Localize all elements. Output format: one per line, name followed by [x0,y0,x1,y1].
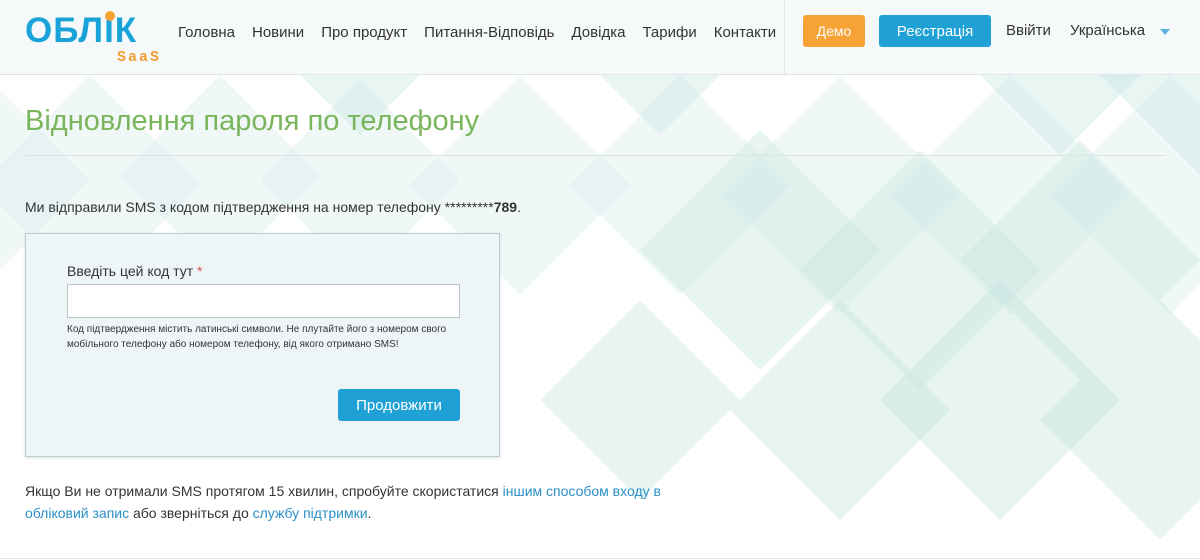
header-divider [784,0,785,75]
sms-help-text: Якщо Ви не отримали SMS протягом 15 хвил… [25,480,725,524]
sms-sent-message: Ми відправили SMS з кодом підтвердження … [25,199,521,215]
demo-button[interactable]: Демо [803,15,865,47]
code-field-label: Введіть цей код тут * [67,263,202,279]
page-title: Відновлення пароля по телефону [25,105,480,137]
site-header: ОБЛIК SaaS Головна Новини Про продукт Пи… [0,0,1200,75]
main-nav: Головна Новини Про продукт Питання-Відпо… [178,24,793,41]
masked-phone-suffix: 789 [493,199,518,215]
footer-divider [0,558,1200,559]
help-text-before: Якщо Ви не отримали SMS протягом 15 хвил… [25,483,503,499]
help-text-middle: або зверніться до [129,505,253,521]
required-mark: * [197,263,203,279]
code-hint-text: Код підтвердження містить латинські симв… [67,324,447,350]
logo-wordmark: ОБЛIК [25,11,138,50]
nav-item-home[interactable]: Головна [178,24,235,41]
verification-code-form: Введіть цей код тут * Код підтвердження … [25,233,500,457]
verification-code-input[interactable] [67,284,460,318]
title-divider [25,155,1166,156]
sms-note-text: Ми відправили SMS з кодом підтвердження … [25,199,494,215]
nav-item-help[interactable]: Довідка [571,24,625,41]
nav-item-pricing[interactable]: Тарифи [642,24,696,41]
main-content: Відновлення пароля по телефону Ми відпра… [0,75,1200,560]
register-button[interactable]: Реєстрація [879,15,991,47]
logo-dot-icon [105,11,115,21]
nav-item-about-product[interactable]: Про продукт [321,24,407,41]
nav-item-faq[interactable]: Питання-Відповідь [424,24,554,41]
nav-item-news[interactable]: Новини [252,24,304,41]
language-select[interactable]: Українська [1070,22,1145,39]
continue-button[interactable]: Продовжити [338,389,460,421]
nav-item-contacts[interactable]: Контакти [714,24,776,41]
sms-note-end: . [517,199,521,215]
support-link[interactable]: службу підтримки [253,505,368,521]
chevron-down-icon[interactable] [1160,29,1170,35]
brand-logo[interactable]: ОБЛIК SaaS [25,9,175,69]
help-text-after: . [367,505,372,521]
logo-subtitle: SaaS [117,49,162,66]
code-label-text: Введіть цей код тут [67,263,194,279]
login-link[interactable]: Ввійти [1006,22,1051,39]
